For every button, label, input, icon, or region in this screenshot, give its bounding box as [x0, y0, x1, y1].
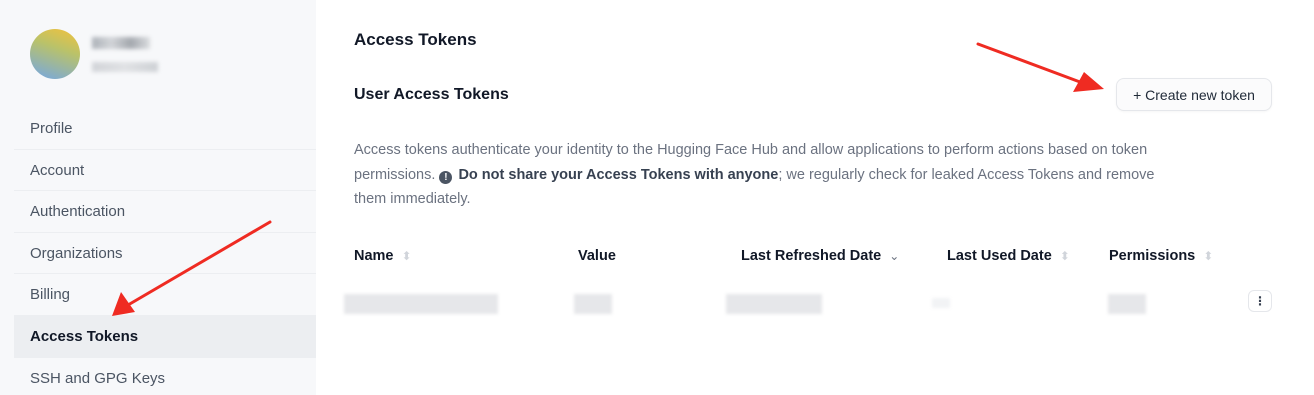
info-icon: !	[439, 170, 453, 184]
redacted-refreshed-date	[726, 294, 822, 314]
sort-descending-icon: ⌄	[889, 249, 900, 263]
column-label: Value	[578, 248, 616, 264]
column-header-value: Value	[578, 248, 616, 264]
section-title: User Access Tokens	[354, 86, 509, 103]
redacted-token-value	[574, 294, 612, 314]
access-tokens-description: Access tokens authenticate your identity…	[354, 138, 1164, 212]
sidebar-item-authentication[interactable]: Authentication	[14, 191, 316, 233]
column-label: Permissions	[1109, 248, 1196, 264]
column-label: Last Used Date	[947, 248, 1052, 264]
page-title: Access Tokens	[354, 30, 477, 49]
column-label: Last Refreshed Date	[741, 248, 882, 264]
sidebar-item-profile[interactable]: Profile	[14, 108, 316, 150]
sidebar-item-access-tokens[interactable]: Access Tokens	[14, 315, 316, 358]
column-label: Name	[354, 248, 394, 264]
sort-icon: ⬍	[401, 249, 412, 263]
column-header-permissions[interactable]: Permissions ⬍	[1109, 248, 1213, 264]
avatar[interactable]	[30, 29, 80, 79]
column-header-last-refreshed[interactable]: Last Refreshed Date ⌄	[741, 248, 899, 264]
sidebar-item-ssh-gpg-keys[interactable]: SSH and GPG Keys	[14, 358, 316, 395]
user-profile[interactable]	[30, 29, 230, 79]
redacted-permissions	[1108, 294, 1146, 314]
settings-sidebar: Profile Account Authentication Organizat…	[0, 0, 316, 395]
sidebar-item-organizations[interactable]: Organizations	[14, 233, 316, 275]
more-vertical-icon[interactable]: ⋮	[1248, 290, 1272, 312]
sidebar-item-account[interactable]: Account	[14, 150, 316, 192]
redacted-last-used-date	[932, 298, 950, 308]
settings-page: Profile Account Authentication Organizat…	[0, 0, 1314, 395]
redacted-token-name	[344, 294, 498, 314]
sort-icon: ⬍	[1203, 249, 1214, 263]
access-tokens-panel: Access Tokens User Access Tokens + Creat…	[344, 0, 1314, 395]
column-header-name[interactable]: Name ⬍	[354, 248, 412, 264]
sort-icon: ⬍	[1059, 249, 1070, 263]
sidebar-item-billing[interactable]: Billing	[14, 274, 316, 316]
redacted-username	[92, 62, 158, 72]
settings-nav: Profile Account Authentication Organizat…	[14, 108, 316, 395]
security-warning: Do not share your Access Tokens with any…	[458, 166, 779, 183]
column-header-last-used[interactable]: Last Used Date ⬍	[947, 248, 1070, 264]
create-new-token-button[interactable]: + Create new token	[1116, 78, 1272, 111]
redacted-display-name	[92, 37, 150, 49]
